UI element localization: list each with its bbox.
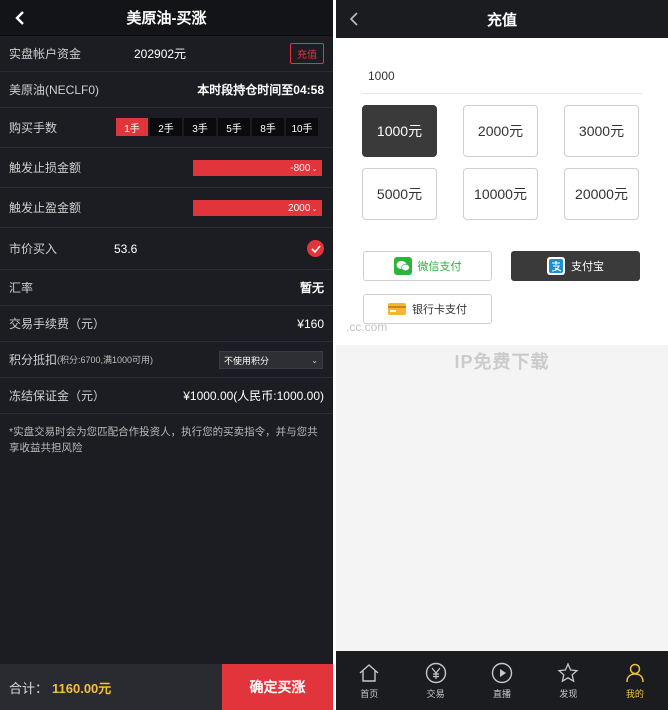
lots-label: 购买手数	[9, 121, 58, 135]
wechat-icon	[393, 257, 412, 275]
stop-loss-select[interactable]: -800 ⌄	[193, 160, 322, 176]
wechat-pay-label: 微信支付	[417, 261, 462, 273]
stop-loss-row: 触发止损金额 -800 ⌄	[0, 148, 333, 188]
user-icon	[624, 662, 646, 684]
recharge-button[interactable]: 充值	[290, 43, 324, 64]
lot-option-5[interactable]: 5手	[218, 118, 250, 136]
tab-live[interactable]: 直播	[469, 651, 535, 710]
product-label: 美原油(NECLF0)	[9, 83, 100, 97]
lots-selector: 1手 2手 3手 5手 8手 10手	[116, 118, 318, 136]
recharge-panel: 充值 1000 1000元 2000元 3000元 5000元 10000元 2…	[336, 0, 668, 710]
check-icon[interactable]	[307, 240, 324, 257]
fee-row: 交易手续费（元） ¥160	[0, 306, 333, 342]
bankcard-pay-label: 银行卡支付	[412, 304, 467, 316]
stop-loss-value: -800	[290, 162, 311, 174]
chevron-down-icon: ⌄	[311, 355, 318, 365]
take-profit-label: 触发止盈金额	[9, 201, 82, 215]
amount-input[interactable]: 1000	[362, 58, 642, 94]
deposit-label: 冻结保证金（元）	[9, 389, 106, 403]
watermark-small: .cc.com	[346, 320, 388, 334]
alipay-icon	[547, 257, 565, 275]
points-row: 积分抵扣 (积分:6700,满1000可用) 不使用积分 ⌄	[0, 342, 333, 378]
rate-value: 暂无	[299, 281, 324, 295]
lot-option-8[interactable]: 8手	[252, 118, 284, 136]
deposit-row: 冻结保证金（元） ¥1000.00(人民币:1000.00)	[0, 378, 333, 414]
points-select[interactable]: 不使用积分 ⌄	[219, 351, 323, 369]
recharge-header: 充值	[336, 0, 668, 38]
points-label: 积分抵扣	[9, 353, 58, 367]
amount-option-20000[interactable]: 20000元	[564, 168, 639, 220]
trade-header: 美原油-买涨	[0, 0, 333, 36]
points-select-value: 不使用积分	[224, 355, 270, 366]
take-profit-row: 触发止盈金额 2000 ⌄	[0, 188, 333, 228]
recharge-title: 充值	[486, 11, 517, 29]
account-row: 实盘帐户资金 202902元 充值	[0, 36, 333, 72]
amount-option-2000[interactable]: 2000元	[463, 105, 538, 157]
deposit-value: ¥1000.00(人民币:1000.00)	[183, 389, 324, 403]
tab-mine-label: 我的	[625, 688, 644, 699]
back-icon[interactable]	[344, 8, 364, 30]
page-title: 美原油-买涨	[126, 10, 207, 27]
tab-discover-label: 发现	[559, 688, 578, 699]
chevron-down-icon: ⌄	[311, 203, 318, 213]
account-label: 实盘帐户资金	[9, 47, 82, 61]
stop-loss-label: 触发止损金额	[9, 161, 82, 175]
watermark: IP免费下载	[454, 352, 550, 372]
points-detail: (积分:6700,满1000可用)	[57, 355, 154, 365]
confirm-buy-button[interactable]: 确定买涨	[222, 664, 333, 710]
lots-row: 购买手数 1手 2手 3手 5手 8手 10手	[0, 108, 333, 148]
tab-home-label: 首页	[360, 688, 379, 699]
lot-option-3[interactable]: 3手	[184, 118, 216, 136]
tab-live-label: 直播	[493, 688, 512, 699]
holding-time-info: 本时段持仓时间至04:58	[197, 83, 324, 97]
amount-option-5000[interactable]: 5000元	[362, 168, 437, 220]
alipay-button[interactable]: 支付宝	[511, 251, 640, 281]
fee-value: ¥160	[297, 316, 324, 331]
amount-option-3000[interactable]: 3000元	[564, 105, 639, 157]
market-price: 53.6	[114, 241, 138, 256]
lot-option-1[interactable]: 1手	[116, 118, 148, 136]
take-profit-value: 2000	[288, 202, 311, 214]
total-value: 1160.00元	[52, 680, 112, 696]
tab-discover[interactable]: 发现	[535, 651, 601, 710]
account-value: 202902元	[134, 47, 187, 61]
empty-content-area	[336, 345, 668, 651]
tab-trade-label: 交易	[426, 688, 445, 699]
wechat-pay-button[interactable]: 微信支付	[363, 251, 492, 281]
tab-home[interactable]: 首页	[336, 651, 402, 710]
play-icon	[491, 662, 513, 684]
fee-label: 交易手续费（元）	[9, 317, 106, 331]
chevron-down-icon: ⌄	[311, 163, 318, 173]
take-profit-select[interactable]: 2000 ⌄	[193, 200, 322, 216]
lot-option-2[interactable]: 2手	[150, 118, 182, 136]
total-label: 合计：	[9, 680, 49, 696]
risk-notice: *实盘交易时会为您匹配合作投资人，执行您的买卖指令，并与您共享收益共担风险	[9, 426, 318, 454]
amount-option-10000[interactable]: 10000元	[463, 168, 538, 220]
trade-panel: 美原油-买涨 实盘帐户资金 202902元 充值 美原油(NECLF0) 本时段…	[0, 0, 333, 710]
star-icon	[557, 661, 579, 684]
bankcard-icon	[388, 300, 406, 318]
market-buy-label: 市价买入	[9, 242, 58, 256]
rate-row: 汇率 暂无	[0, 270, 333, 306]
lot-option-10[interactable]: 10手	[286, 118, 318, 136]
yen-coin-icon	[425, 662, 447, 684]
tab-mine[interactable]: 我的	[602, 651, 668, 710]
home-icon	[358, 662, 380, 684]
trade-footer: 合计： 1160.00元 确定买涨	[0, 664, 333, 710]
amount-option-1000[interactable]: 1000元	[362, 105, 437, 157]
tab-trade[interactable]: 交易	[402, 651, 468, 710]
bottom-tabbar: 首页 交易 直播 发现 我的	[336, 651, 668, 710]
market-buy-row: 市价买入 53.6	[0, 228, 333, 270]
alipay-label: 支付宝	[571, 261, 604, 273]
product-row: 美原油(NECLF0) 本时段持仓时间至04:58	[0, 72, 333, 108]
back-icon[interactable]	[10, 6, 30, 30]
rate-label: 汇率	[9, 281, 34, 295]
